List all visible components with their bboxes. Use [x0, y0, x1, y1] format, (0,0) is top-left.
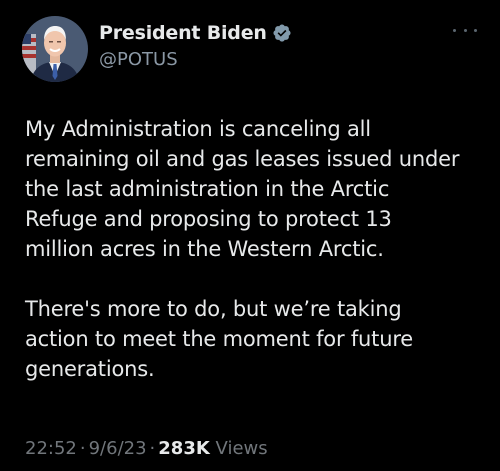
- more-options-icon[interactable]: [452, 20, 478, 40]
- author-display-name[interactable]: President Biden: [99, 22, 267, 44]
- profile-photo: [22, 16, 88, 82]
- meta-separator: ·: [79, 438, 86, 459]
- tweet-paragraph: There's more to do, but we’re taking act…: [25, 297, 414, 381]
- verified-badge-icon: [272, 23, 292, 43]
- tweet-text: My Administration is canceling all remai…: [25, 114, 485, 384]
- avatar[interactable]: [22, 16, 88, 82]
- tweet-card: President Biden @POTUS My Administration…: [0, 0, 500, 471]
- tweet-meta: 22:52 · 9/6/23 · 283K Views: [25, 438, 268, 459]
- tweet-paragraph: My Administration is canceling all remai…: [25, 117, 460, 261]
- tweet-date[interactable]: 9/6/23: [89, 438, 147, 459]
- views-count[interactable]: 283K: [158, 438, 210, 459]
- author-name-row: President Biden: [99, 20, 292, 46]
- meta-separator: ·: [149, 438, 156, 459]
- author-handle[interactable]: @POTUS: [99, 49, 292, 70]
- views-label: Views: [215, 438, 268, 459]
- tweet-author: President Biden @POTUS: [99, 20, 292, 70]
- tweet-time[interactable]: 22:52: [25, 438, 77, 459]
